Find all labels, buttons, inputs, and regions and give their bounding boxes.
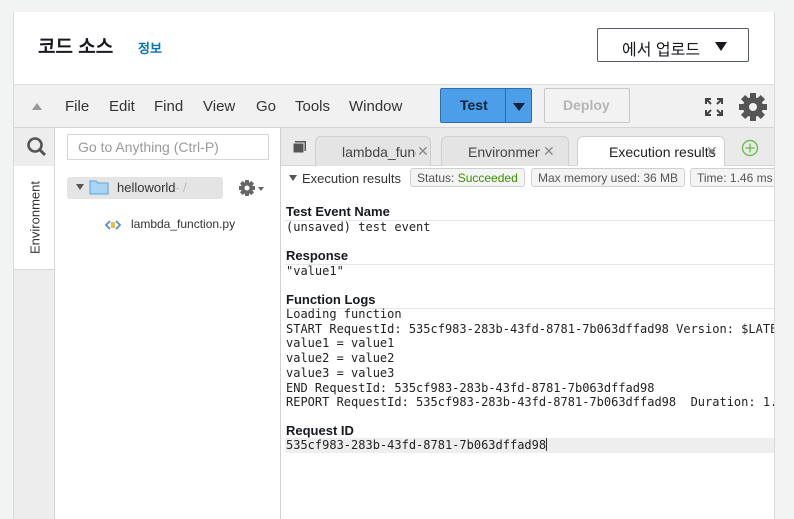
upload-from-button[interactable]: 에서 업로드: [597, 28, 749, 62]
log-line: value3 = value3: [286, 365, 395, 380]
log-line: END RequestId: 535cf983-283b-43fd-8781-7…: [286, 380, 655, 395]
test-button[interactable]: Test: [440, 88, 532, 123]
search-icon[interactable]: [26, 136, 48, 158]
tab-label: Environment Var: [468, 144, 540, 160]
memory-badge: Max memory used: 36 MB: [531, 168, 686, 187]
status-value: Succeeded: [457, 171, 518, 185]
tab-lambda-function[interactable]: lambda_function.py ✕: [315, 136, 431, 166]
request-id-text: 535cf983-283b-43fd-8781-7b063dffad98: [286, 438, 547, 452]
test-dropdown-chevron-down-icon[interactable]: [513, 103, 525, 111]
folder-expand-icon[interactable]: [76, 184, 84, 190]
log-line: value1 = value1: [286, 336, 395, 351]
menu-edit[interactable]: Edit: [109, 98, 135, 115]
menu-window[interactable]: Window: [349, 98, 402, 115]
request-id-value[interactable]: 535cf983-283b-43fd-8781-7b063dffad98: [286, 438, 548, 453]
menu-file[interactable]: File: [65, 98, 89, 115]
info-link[interactable]: 정보: [138, 38, 162, 57]
execution-results-pane: Execution results Status: Succeeded Max …: [281, 166, 774, 519]
environment-tab-label: Environment: [27, 181, 43, 254]
results-title: Execution results: [302, 171, 401, 186]
folder-name: helloworld: [117, 180, 176, 195]
code-source-panel: 코드 소스 정보 에서 업로드 File Edit Find View Go T…: [13, 12, 775, 519]
add-tab-icon[interactable]: [741, 139, 759, 157]
ide-menubar: File Edit Find View Go Tools Window Test…: [14, 84, 774, 128]
log-line: Loading function: [286, 307, 402, 321]
log-line: value2 = value2: [286, 351, 395, 366]
status-label: Status:: [417, 171, 455, 185]
deploy-button-label: Deploy: [563, 97, 610, 113]
time-badge: Time: 1.46 ms: [690, 168, 774, 187]
test-event-value: (unsaved) test event: [286, 220, 431, 234]
close-icon[interactable]: ✕: [417, 143, 429, 160]
menu-view[interactable]: View: [203, 98, 235, 115]
chevron-down-icon: [715, 42, 727, 51]
file-tree-panel: helloworld - / lambda_function.py: [55, 128, 281, 519]
menu-go[interactable]: Go: [256, 98, 276, 115]
status-badge: Status: Succeeded: [410, 168, 525, 187]
tree-folder-helloworld[interactable]: helloworld - /: [67, 177, 223, 199]
tab-label: lambda_function.py: [342, 144, 416, 160]
environment-tab[interactable]: Environment: [14, 166, 54, 270]
menu-find[interactable]: Find: [154, 98, 183, 115]
close-icon[interactable]: ✕: [543, 143, 555, 160]
text-cursor: [546, 438, 548, 451]
python-file-icon: [105, 220, 121, 230]
tab-environment-var[interactable]: Environment Var ✕: [441, 136, 569, 166]
upload-button-label: 에서 업로드: [622, 42, 701, 59]
collapse-chevron-down-icon[interactable]: [289, 175, 297, 181]
tabs-list-icon[interactable]: [292, 140, 307, 154]
folder-icon: [89, 180, 109, 195]
chevron-up-icon[interactable]: [32, 103, 42, 110]
editor-tab-bar: lambda_function.py ✕ Environment Var ✕ E…: [281, 128, 774, 167]
request-id-title: Request ID: [286, 423, 354, 438]
file-lambda-function[interactable]: lambda_function.py: [131, 217, 235, 231]
panel-header: 코드 소스 정보 에서 업로드: [14, 12, 774, 84]
function-logs-title: Function Logs: [286, 292, 376, 307]
test-event-title: Test Event Name: [286, 204, 390, 219]
response-value: "value1": [286, 264, 344, 278]
test-button-label: Test: [460, 97, 488, 113]
go-to-anything-input[interactable]: [67, 134, 269, 160]
deploy-button[interactable]: Deploy: [544, 88, 630, 123]
ide-sidebar: Environment: [14, 128, 55, 519]
fullscreen-icon[interactable]: [704, 97, 724, 117]
tree-settings-gear-icon[interactable]: [237, 178, 265, 198]
results-header: Execution results Status: Succeeded Max …: [281, 166, 774, 190]
close-icon[interactable]: ✕: [706, 143, 718, 160]
log-line: START RequestId: 535cf983-283b-43fd-8781…: [286, 321, 774, 336]
log-line: REPORT RequestId: 535cf983-283b-43fd-878…: [286, 395, 774, 410]
panel-title: 코드 소스: [38, 37, 114, 58]
gear-icon[interactable]: [738, 92, 768, 122]
tab-execution-results[interactable]: Execution results ✕: [577, 136, 725, 167]
folder-path: - /: [175, 180, 187, 195]
response-title: Response: [286, 248, 349, 263]
tab-label: Execution results: [609, 144, 716, 160]
menu-tools[interactable]: Tools: [295, 98, 330, 115]
